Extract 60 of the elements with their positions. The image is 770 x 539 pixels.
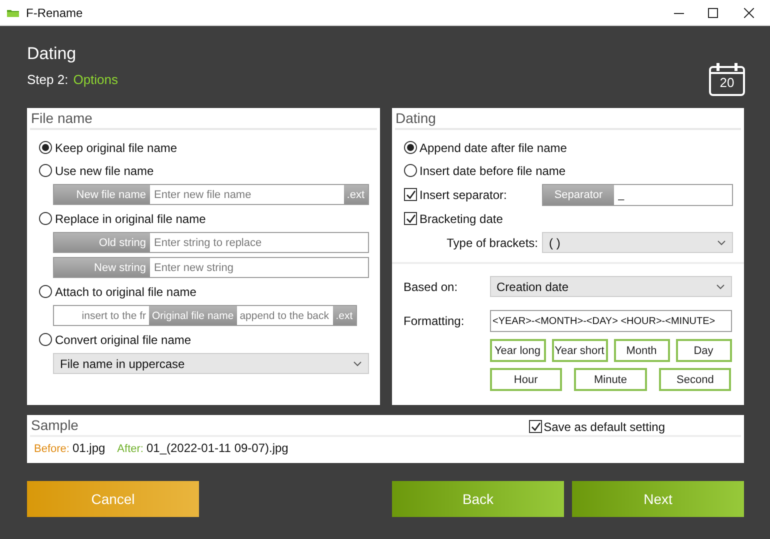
radio-button[interactable] xyxy=(39,212,52,225)
format-button[interactable]: Month xyxy=(614,339,670,362)
dropdown[interactable]: Creation date xyxy=(490,276,732,297)
dropdown[interactable]: File name in uppercase xyxy=(53,353,368,374)
option-label: Insert date before file name xyxy=(420,164,566,178)
dropdown[interactable]: ( ) xyxy=(542,232,733,253)
caret-icon xyxy=(716,284,724,290)
field-label: Type of brackets: xyxy=(446,236,538,250)
format-button[interactable]: Hour xyxy=(490,368,562,391)
close-icon[interactable] xyxy=(744,8,754,18)
radio-button[interactable] xyxy=(39,141,52,154)
panel-title: Dating xyxy=(394,110,741,130)
format-button[interactable]: Year short xyxy=(552,339,608,362)
format-button[interactable]: Day xyxy=(676,339,732,362)
radio-button[interactable] xyxy=(39,333,52,346)
option-label: Convert original file name xyxy=(55,332,192,346)
extension-label: .ext xyxy=(332,305,357,326)
option-label: Keep original file name xyxy=(55,140,178,154)
radio-button[interactable] xyxy=(404,141,416,154)
option-label: Append date after file name xyxy=(420,140,567,154)
format-button[interactable]: Second xyxy=(658,368,732,391)
field-label: New file name xyxy=(53,184,150,205)
page-title: Dating xyxy=(27,44,78,64)
radio-button[interactable] xyxy=(404,164,416,177)
panel-title: Sample xyxy=(30,417,78,435)
input-field[interactable]: insert to the fr xyxy=(53,305,149,326)
before-label: Before: xyxy=(34,443,70,455)
window-title: F-Rename xyxy=(26,6,84,20)
after-value: 01_(2022-01-11 09-07).jpg xyxy=(146,441,288,455)
before-value: 01.jpg xyxy=(72,441,106,455)
checkbox[interactable] xyxy=(404,212,416,225)
input-field[interactable]: append to the back xyxy=(236,305,333,326)
format-button[interactable]: Minute xyxy=(574,368,647,391)
calendar-day: 20 xyxy=(709,75,745,90)
radio-button[interactable] xyxy=(39,164,52,177)
option-label: Attach to original file name xyxy=(55,284,196,298)
extension-label: .ext xyxy=(344,184,368,205)
option-label: Use new file name xyxy=(55,164,154,178)
checkbox[interactable] xyxy=(404,188,416,201)
folder-icon xyxy=(6,7,20,18)
maximize-icon[interactable] xyxy=(708,8,718,18)
checkbox[interactable] xyxy=(528,420,542,433)
input-field[interactable]: <YEAR>-<MONTH>-<DAY> <HOUR>-<MINUTE> xyxy=(490,310,732,332)
format-button[interactable]: Year long xyxy=(490,339,546,362)
field-label: Original file name xyxy=(149,305,237,326)
step-name: Options xyxy=(73,72,118,87)
input-field[interactable]: Enter new file name xyxy=(150,184,344,205)
caret-icon xyxy=(352,360,362,366)
calendar-icon xyxy=(709,62,745,96)
checkbox-label: Bracketing date xyxy=(420,212,503,226)
radio-button[interactable] xyxy=(39,285,52,298)
checkbox-label: Save as default setting xyxy=(544,420,665,434)
caret-icon xyxy=(717,240,726,246)
step-label: Step 2: xyxy=(27,72,68,87)
option-label: Replace in original file name xyxy=(55,212,206,226)
checkbox-label: Insert separator: xyxy=(420,188,507,202)
after-label: After: xyxy=(117,443,144,455)
field-label: Based on: xyxy=(404,280,459,294)
field-label: Formatting: xyxy=(404,314,466,328)
panel-title: File name xyxy=(30,110,376,130)
